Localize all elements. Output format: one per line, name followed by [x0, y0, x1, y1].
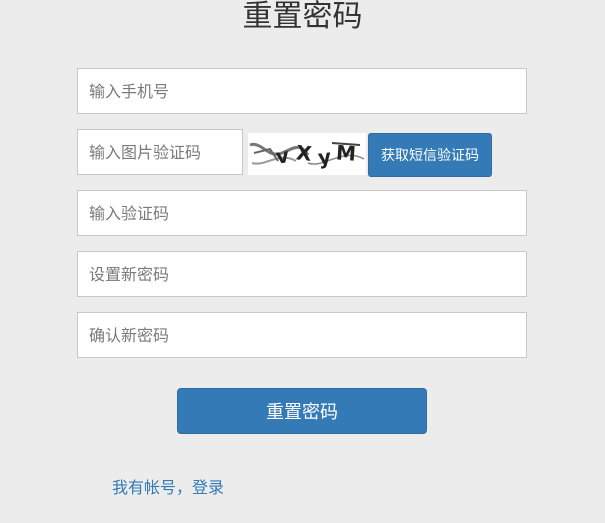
reset-password-page: 重置密码 v X y M 获取短信验证码 重置密码 我有帐号，登录	[0, 0, 605, 523]
image-code-input[interactable]	[77, 129, 243, 175]
svg-text:y: y	[317, 144, 332, 169]
phone-input[interactable]	[77, 68, 527, 114]
svg-text:X: X	[295, 140, 313, 166]
captcha-image[interactable]: v X y M	[248, 133, 366, 175]
login-link[interactable]: 我有帐号，登录	[112, 474, 224, 498]
captcha-graphic: v X y M	[248, 133, 366, 175]
sms-code-input[interactable]	[77, 190, 527, 236]
get-sms-code-button[interactable]: 获取短信验证码	[368, 133, 492, 177]
new-password-input[interactable]	[77, 251, 527, 297]
reset-password-button[interactable]: 重置密码	[177, 388, 427, 434]
confirm-password-input[interactable]	[77, 312, 527, 358]
page-title: 重置密码	[242, 0, 363, 34]
